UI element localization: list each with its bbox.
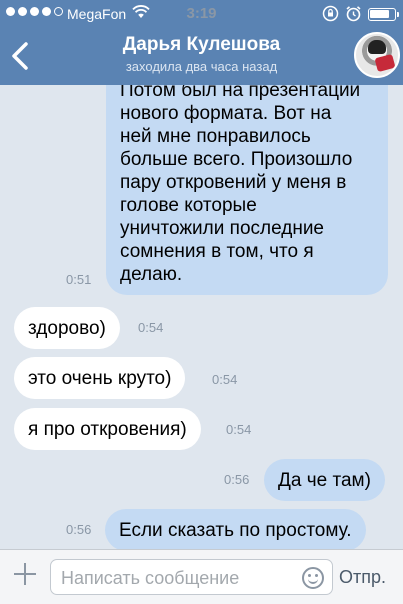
message-text-line: сомнения в том, что я: [120, 241, 314, 262]
battery-icon: [368, 8, 399, 21]
message-time: 0:54: [212, 372, 238, 387]
message-bubble-incoming[interactable]: здорово): [14, 307, 120, 349]
message-text: это очень круто): [28, 368, 172, 389]
contact-name[interactable]: Дарья Кулешова: [0, 34, 403, 56]
message-bubble-incoming[interactable]: это очень круто): [14, 357, 186, 399]
top-bar: MegaFon 3:19 Дарья Кулешова заходила два…: [0, 0, 403, 85]
message-text: здорово): [28, 318, 106, 339]
message-input[interactable]: Написать сообщение: [50, 559, 333, 595]
status-bar: MegaFon 3:19: [0, 0, 403, 28]
attach-plus-icon[interactable]: [13, 562, 37, 586]
send-button[interactable]: Отпр.: [339, 567, 386, 588]
message-list[interactable]: Потом был на презентации нового формата.…: [0, 85, 403, 549]
message-text-line: делаю.: [120, 264, 183, 285]
message-text-line: голове которые: [120, 195, 257, 216]
message-bubble-outgoing[interactable]: Да че там): [264, 459, 385, 501]
message-text-line: Потом был на презентации: [120, 85, 361, 101]
alarm-icon: [345, 5, 362, 25]
message-bubble-incoming[interactable]: я про откровения): [14, 408, 201, 450]
status-time: 3:19: [186, 5, 217, 22]
message-time: 0:56: [66, 522, 92, 537]
message-input-placeholder: Написать сообщение: [61, 568, 240, 588]
message-text: я про откровения): [28, 419, 187, 440]
message-text-line: уничтожили последние: [120, 218, 324, 239]
rotation-lock-icon: [322, 5, 339, 25]
avatar[interactable]: [354, 32, 400, 78]
message-time: 0:54: [226, 422, 252, 437]
message-time: 0:54: [138, 320, 164, 335]
navigation-bar: Дарья Кулешова заходила два часа назад: [0, 28, 403, 85]
message-time: 0:51: [66, 272, 92, 287]
message-text-line: ней мне понравилось: [120, 126, 311, 147]
emoji-smile-icon[interactable]: [302, 567, 324, 589]
last-seen-status: заходила два часа назад: [125, 59, 278, 74]
message-bubble-outgoing[interactable]: Потом был на презентации нового формата.…: [106, 85, 388, 295]
message-text: Если сказать по простому.: [119, 520, 352, 541]
message-bubble-outgoing[interactable]: Если сказать по простому.: [105, 509, 366, 549]
message-composer: Написать сообщение Отпр.: [0, 549, 403, 604]
message-text-line: пару откровений у меня в: [120, 172, 347, 193]
message-text: Да че там): [278, 470, 371, 491]
message-text-line: больше всего. Произошло: [120, 149, 353, 170]
message-text-line: нового формата. Вот на: [120, 103, 332, 124]
message-time: 0:56: [224, 472, 250, 487]
